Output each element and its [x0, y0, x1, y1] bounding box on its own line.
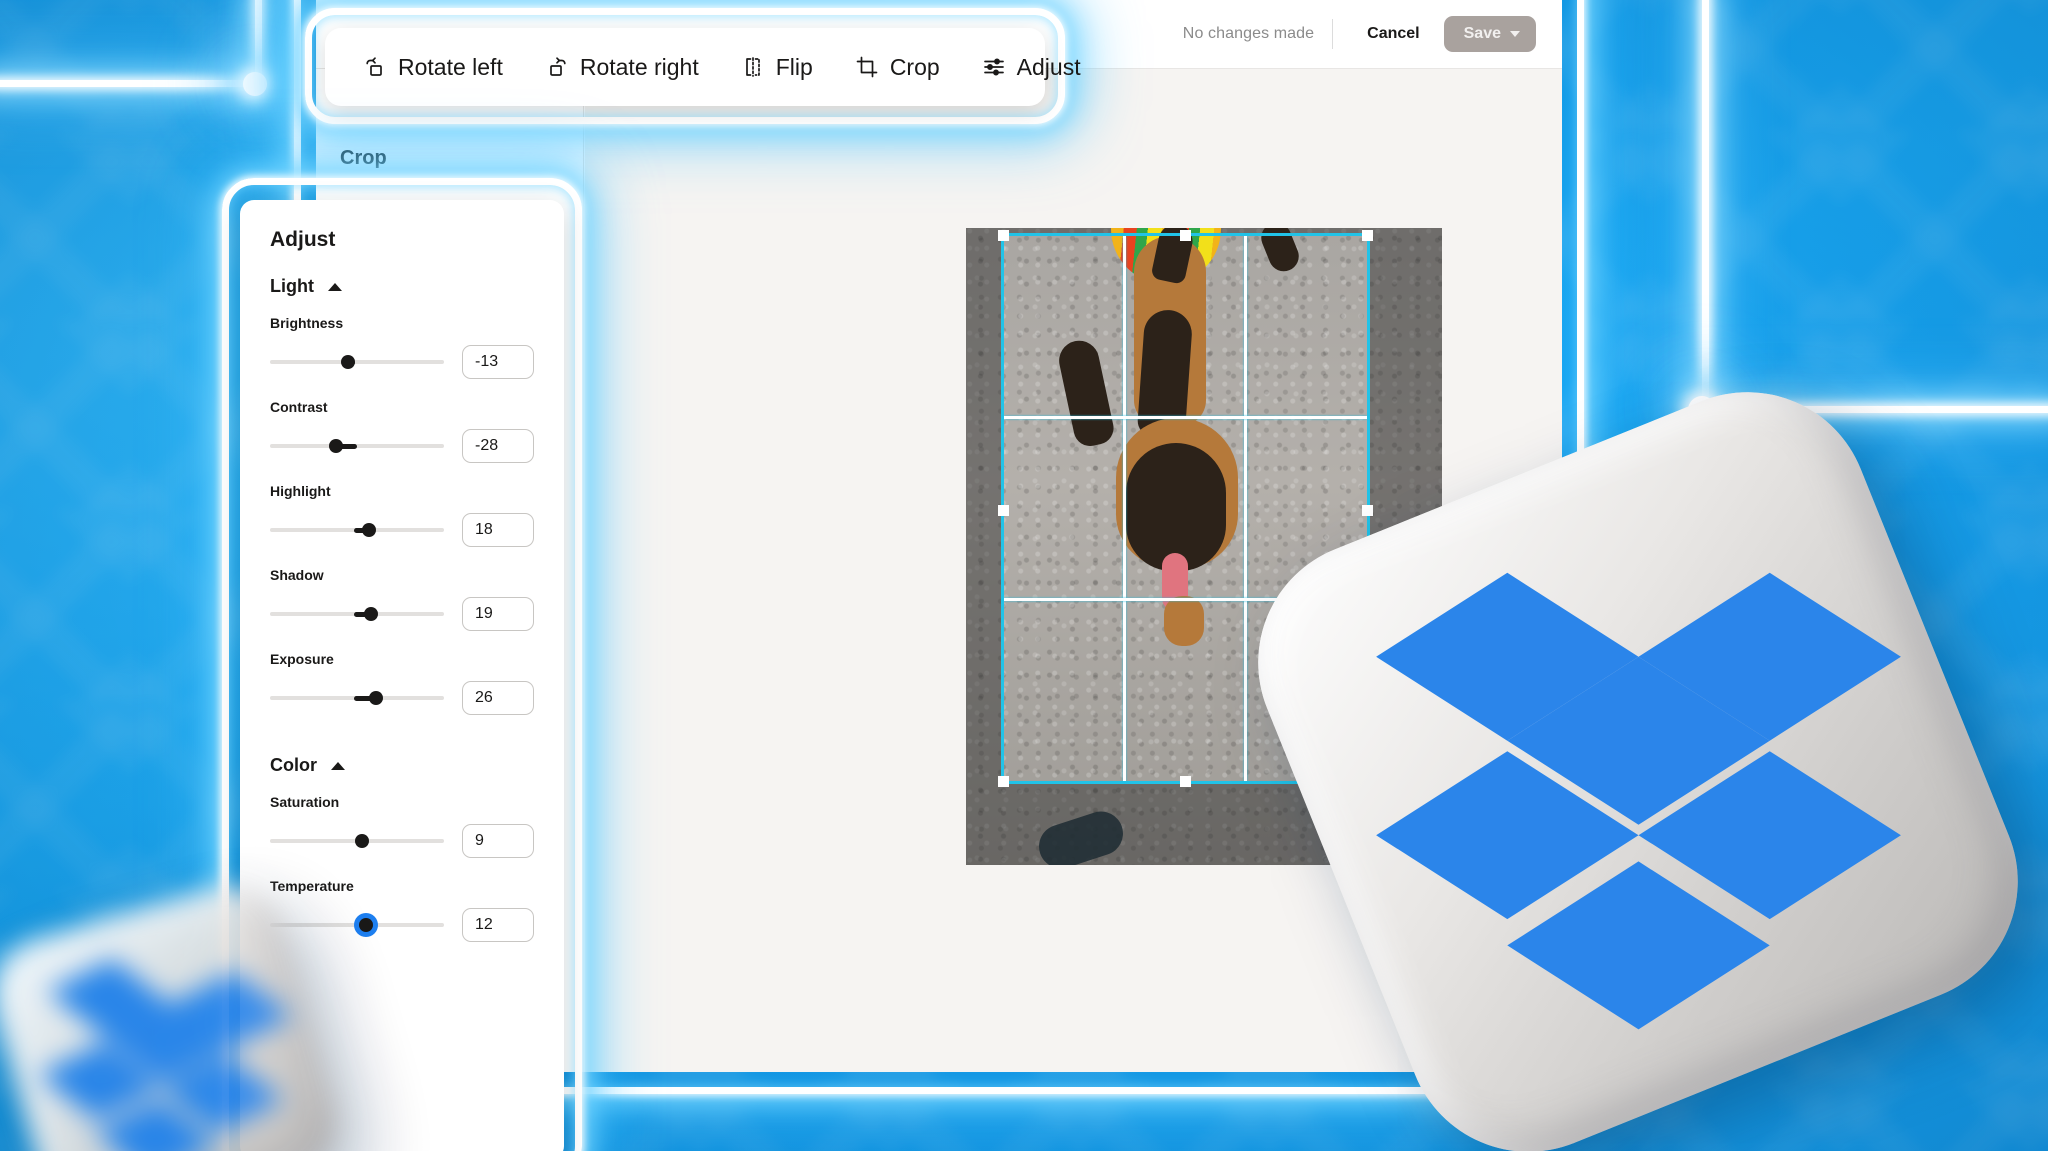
- glow-line-horizontal-left: [0, 80, 262, 87]
- slider-saturation-thumb[interactable]: [355, 834, 370, 848]
- topbar-divider-vertical: [1332, 19, 1334, 49]
- crop-icon: [856, 56, 878, 78]
- toolbar-item-flip[interactable]: Flip: [737, 48, 817, 87]
- adjust-panel-title: Adjust: [270, 228, 336, 251]
- slider-temperature-value[interactable]: 12: [462, 908, 534, 942]
- slider-shadow-label: Shadow: [270, 567, 324, 583]
- glow-node-left: [243, 72, 267, 96]
- slider-saturation-value[interactable]: 9: [462, 824, 534, 858]
- slider-highlight-track[interactable]: [270, 519, 444, 541]
- crop-panel-title: Crop: [340, 147, 387, 169]
- toolbar-item-rotate-right[interactable]: Rotate right: [541, 48, 703, 87]
- slider-contrast-label: Contrast: [270, 399, 328, 415]
- slider-highlight-label: Highlight: [270, 483, 331, 499]
- save-button-label: Save: [1463, 25, 1501, 42]
- dropbox-logo: [29, 923, 299, 1151]
- cancel-button[interactable]: Cancel: [1351, 16, 1435, 52]
- slider-temperature-label: Temperature: [270, 878, 354, 894]
- no-changes-status: No changes made: [1182, 25, 1315, 42]
- adjust-section-color-label: Color: [270, 755, 317, 775]
- toolbar-label-crop: Crop: [889, 53, 940, 80]
- slider-temperature-thumb[interactable]: [358, 918, 373, 932]
- slider-brightness: Brightness -13: [270, 315, 534, 379]
- crop-dim-left: [966, 228, 1004, 865]
- slider-saturation-label: Saturation: [270, 794, 340, 810]
- slider-contrast-value[interactable]: -28: [462, 429, 534, 463]
- slider-highlight-thumb[interactable]: [362, 523, 377, 537]
- slider-saturation-track[interactable]: [270, 830, 444, 852]
- slider-track-bg: [270, 444, 444, 448]
- slider-contrast-track[interactable]: [270, 435, 444, 457]
- slider-brightness-label: Brightness: [270, 315, 344, 331]
- dog-front-paw: [1164, 596, 1204, 646]
- slider-temperature-track[interactable]: [270, 914, 444, 936]
- toolbar-label-rotate-right: Rotate right: [579, 53, 699, 80]
- rotate-right-icon: [549, 57, 566, 76]
- rotate-left-icon: [366, 57, 382, 76]
- toolbar-label-rotate-left: Rotate left: [398, 53, 503, 80]
- toolbar-label-flip: Flip: [775, 53, 813, 80]
- slider-track-bg: [270, 923, 444, 927]
- slider-brightness-value[interactable]: -13: [462, 345, 534, 379]
- slider-shadow: Shadow 19: [270, 567, 534, 631]
- slider-temperature: Temperature 12: [270, 878, 534, 942]
- slider-highlight-value[interactable]: 18: [462, 513, 534, 547]
- edit-toolbar: Rotate left Rotate right Flip Crop Adjus…: [325, 28, 1081, 106]
- save-button[interactable]: Save: [1443, 16, 1536, 52]
- flip-icon: [745, 57, 760, 77]
- chevron-up-icon: [331, 761, 345, 770]
- slider-exposure: Exposure 26: [270, 651, 534, 715]
- dropbox-logo-icon: [38, 958, 292, 1151]
- slider-exposure-track[interactable]: [270, 687, 444, 709]
- adjust-section-light-label: Light: [270, 276, 314, 296]
- slider-shadow-value[interactable]: 19: [462, 597, 534, 631]
- adjust-section-color[interactable]: Color: [270, 755, 534, 776]
- toolbar-label-adjust: Adjust: [1016, 53, 1081, 80]
- toolbar-item-crop[interactable]: Crop: [851, 48, 944, 87]
- dropbox-logo-icon: [1375, 572, 1901, 1030]
- slider-contrast-thumb[interactable]: [329, 439, 344, 453]
- slider-brightness-thumb[interactable]: [341, 355, 356, 369]
- slider-exposure-thumb[interactable]: [369, 691, 384, 705]
- dropbox-logo: [1375, 510, 1901, 1035]
- slider-brightness-track[interactable]: [270, 351, 444, 373]
- glow-line-vertical-right: [1702, 0, 1709, 408]
- slider-exposure-value[interactable]: 26: [462, 681, 534, 715]
- dog-muzzle-mask: [1126, 443, 1226, 571]
- toolbar-item-rotate-left[interactable]: Rotate left: [359, 48, 507, 87]
- slider-highlight: Highlight 18: [270, 483, 534, 547]
- slider-saturation: Saturation 9: [270, 794, 534, 858]
- slider-contrast: Contrast -28: [270, 399, 534, 463]
- chevron-down-icon: [1510, 31, 1520, 37]
- chevron-up-icon: [327, 282, 342, 291]
- adjust-sliders-icon: [983, 58, 1004, 76]
- slider-shadow-thumb[interactable]: [363, 607, 378, 621]
- slider-track-bg: [270, 360, 444, 364]
- slider-exposure-label: Exposure: [270, 651, 334, 667]
- slider-shadow-track[interactable]: [270, 603, 444, 625]
- toolbar-item-adjust[interactable]: Adjust: [978, 48, 1085, 87]
- adjust-section-light[interactable]: Light: [270, 276, 534, 297]
- screenshot-stage: No changes made Cancel Save Crop Hei: [0, 0, 2048, 1151]
